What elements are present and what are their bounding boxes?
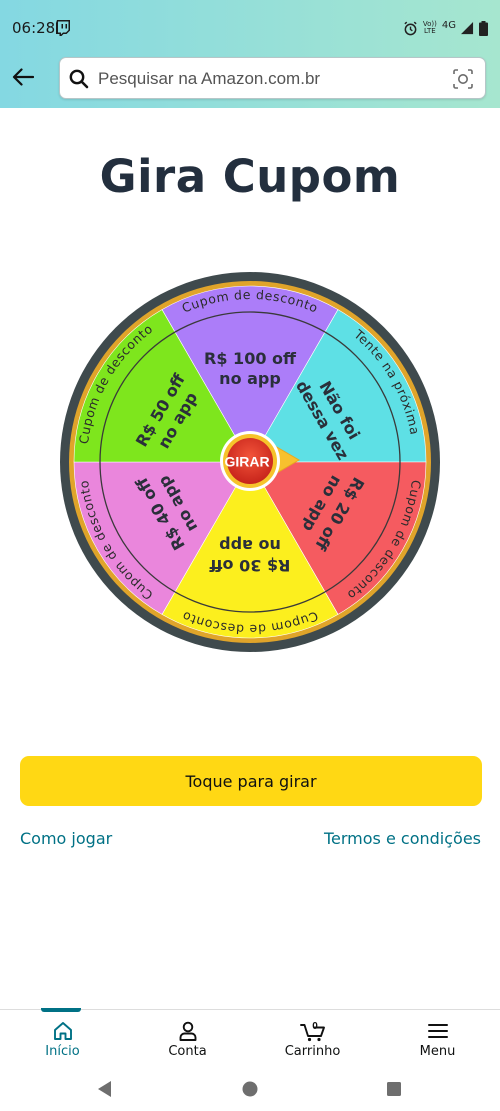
- search-input[interactable]: [98, 66, 438, 92]
- android-system-nav: [0, 1066, 500, 1111]
- network-type: 4G: [441, 19, 456, 31]
- home-icon: [53, 1022, 72, 1040]
- system-back-icon[interactable]: [95, 1078, 117, 1100]
- nav-label: Menu: [419, 1044, 456, 1059]
- app-header: 06:28 Vo)) LTE 4G: [0, 0, 500, 108]
- nav-label: Início: [45, 1044, 80, 1059]
- twitch-icon: [56, 20, 70, 36]
- system-home-icon[interactable]: [239, 1078, 261, 1100]
- how-to-play-link[interactable]: Como jogar: [20, 829, 112, 848]
- wheel-prize-text: no app: [219, 536, 281, 555]
- alarm-icon: [403, 21, 418, 36]
- nav-item-menu[interactable]: Menu: [375, 1010, 500, 1066]
- nav-label: Conta: [168, 1044, 207, 1059]
- arrow-left-icon: [12, 68, 34, 86]
- terms-link[interactable]: Termos e condições: [324, 829, 481, 848]
- hamburger-menu-icon: [427, 1024, 448, 1038]
- wheel-center-label: GIRAR: [224, 454, 269, 470]
- nav-item-carrinho[interactable]: 0 Carrinho: [250, 1010, 375, 1066]
- wheel-prize-text: R$ 100 off: [204, 349, 297, 368]
- prize-wheel[interactable]: Cupom de descontoR$ 100 offno appTente n…: [58, 270, 442, 654]
- cart-icon: 0: [299, 1021, 325, 1042]
- nav-label: Carrinho: [284, 1044, 341, 1059]
- nav-item-conta[interactable]: Conta: [125, 1010, 250, 1066]
- signal-icon: [461, 21, 474, 35]
- back-button[interactable]: [8, 62, 38, 92]
- cart-badge: 0: [312, 1021, 318, 1032]
- nav-item-inicio[interactable]: Início: [0, 1010, 125, 1066]
- system-recents-icon[interactable]: [383, 1078, 405, 1100]
- wheel-prize-text: no app: [219, 369, 281, 388]
- wheel-segment-prize-label: R$ 30 offno app: [209, 536, 291, 575]
- volte-indicator: Vo)) LTE: [422, 20, 437, 35]
- spin-button[interactable]: Toque para girar: [20, 756, 482, 806]
- page-title: Gira Cupom: [99, 150, 401, 203]
- camera-lens-icon[interactable]: [451, 67, 475, 91]
- battery-icon: [479, 20, 488, 36]
- status-icons: Vo)) LTE 4G: [403, 18, 488, 38]
- status-time: 06:28: [12, 19, 56, 37]
- status-bar: 06:28 Vo)) LTE 4G: [0, 0, 500, 56]
- search-bar[interactable]: [59, 57, 486, 99]
- search-icon: [69, 69, 89, 89]
- bottom-nav: Início Conta 0 Carrinho Menu: [0, 1008, 500, 1066]
- wheel-prize-text: R$ 30 off: [209, 556, 291, 575]
- person-icon: [179, 1021, 196, 1041]
